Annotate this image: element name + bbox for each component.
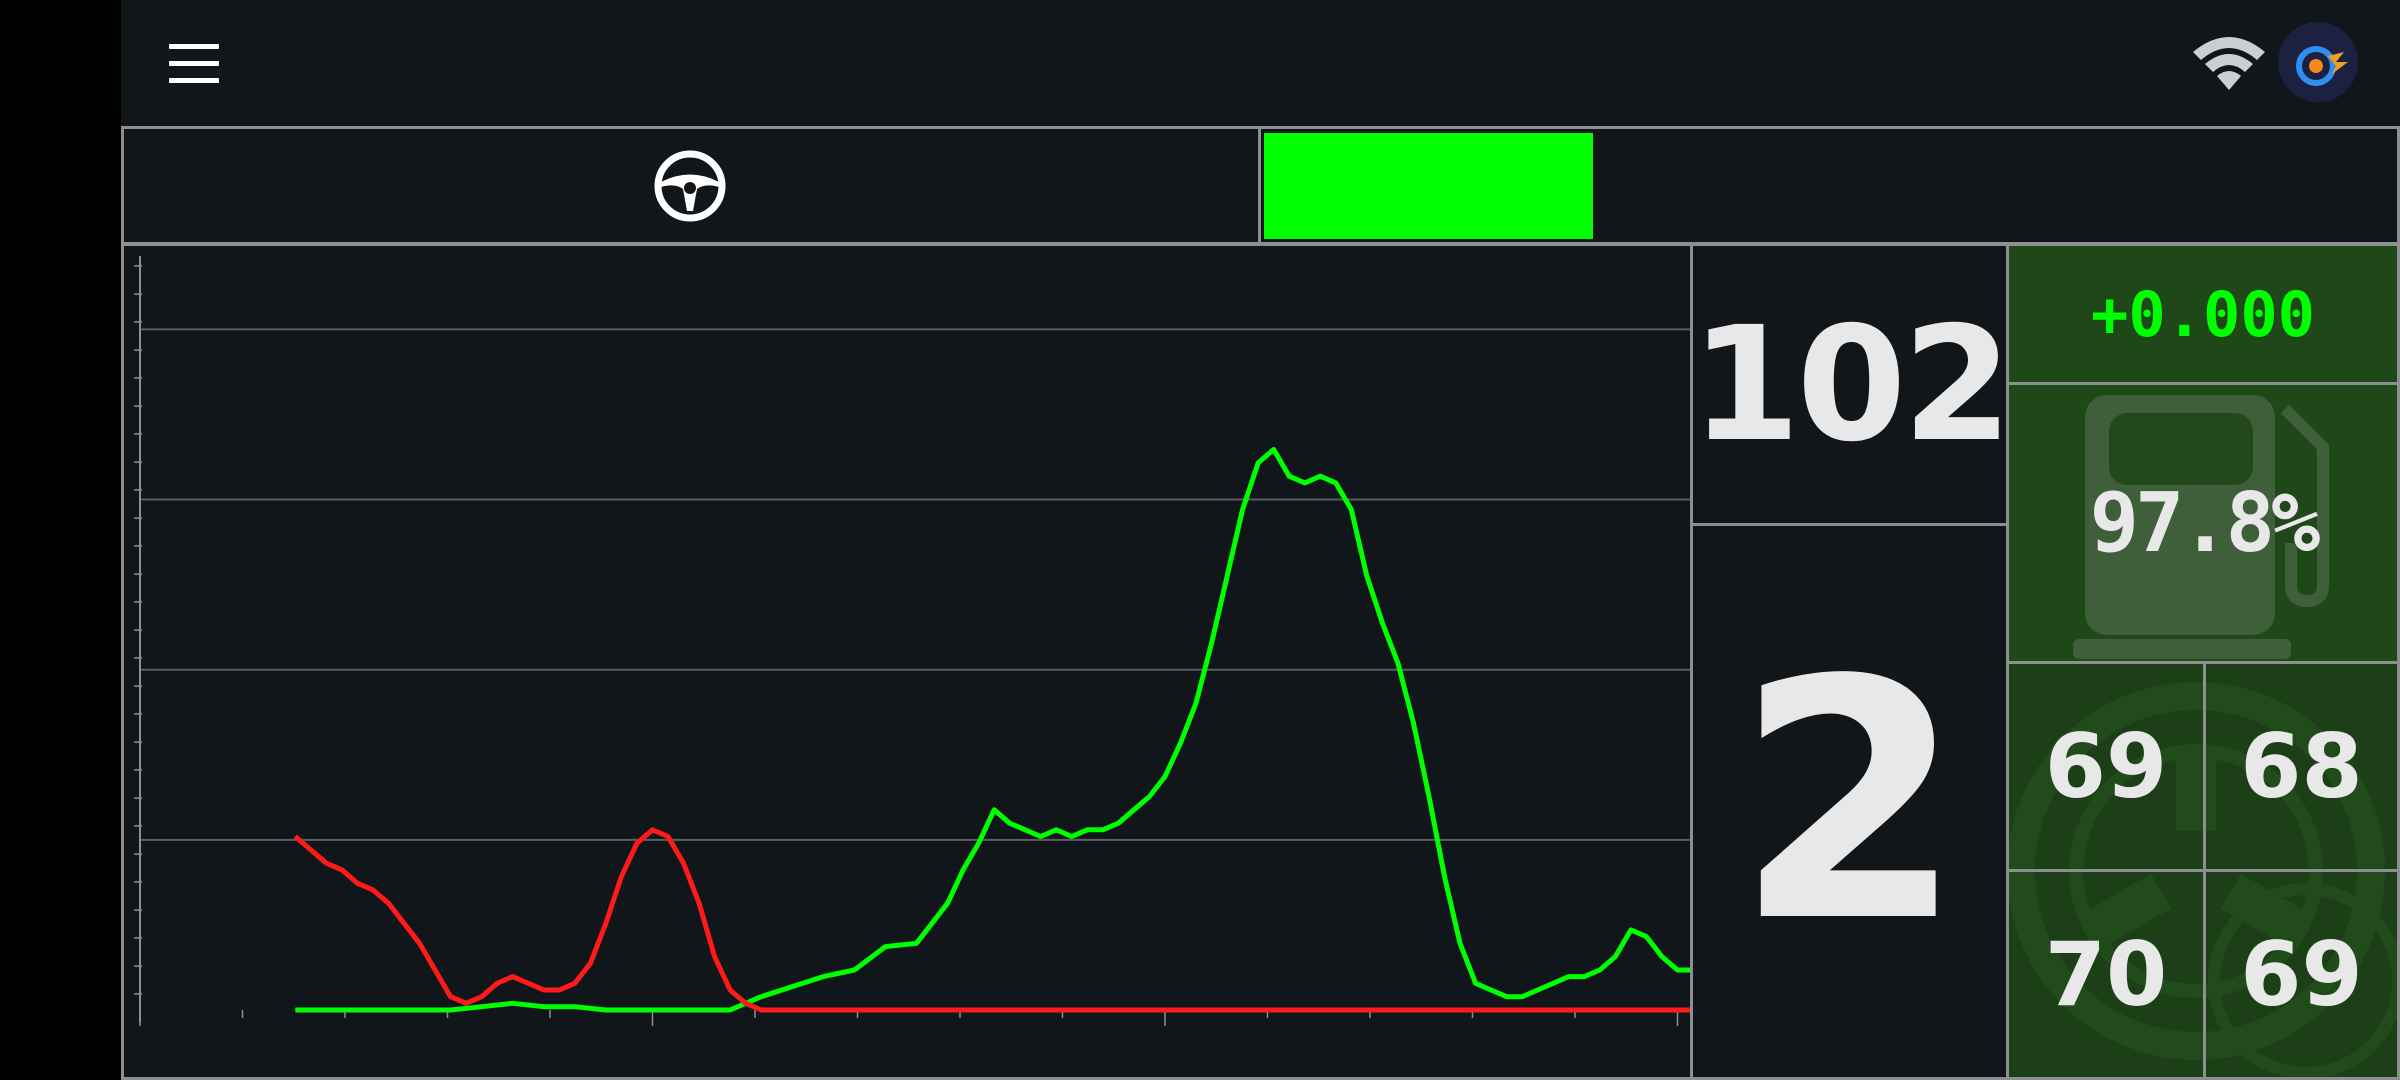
tyre-temp-front-left: 69 xyxy=(2006,661,2206,872)
tyre-temp-rear-right: 69 xyxy=(2203,869,2400,1080)
gear-tile: 2 xyxy=(1690,523,2009,1080)
fuel-value: 97.8% xyxy=(2089,475,2321,571)
speed-tile: 102 xyxy=(1690,243,2009,526)
steering-wheel-icon xyxy=(654,150,726,222)
telemetry-chart xyxy=(134,256,1693,1026)
status-row xyxy=(121,126,2400,245)
top-bar xyxy=(121,0,2400,126)
tyre-temp-rear-right-value: 69 xyxy=(2240,923,2363,1026)
speed-value: 102 xyxy=(1690,292,2009,477)
app-logo-avatar[interactable] xyxy=(2278,22,2358,102)
delta-tile: +0.000 xyxy=(2006,243,2400,385)
hamburger-menu-icon[interactable] xyxy=(169,44,219,84)
throttle-bar-fill xyxy=(1264,133,1593,239)
delta-value: +0.000 xyxy=(2091,277,2315,351)
gear-value: 2 xyxy=(1734,609,1965,994)
series-line-brake xyxy=(293,827,1693,1013)
fuel-tile: 97.8% xyxy=(2006,382,2400,664)
tyre-temp-rear-left-value: 70 xyxy=(2044,923,2168,1026)
series-line-throttle xyxy=(295,447,1693,1013)
tyre-temp-rear-left: 70 xyxy=(2006,869,2206,1080)
wifi-icon xyxy=(2193,37,2265,90)
tyre-temp-front-left-value: 69 xyxy=(2044,715,2168,818)
throttle-bar-panel xyxy=(1258,126,2400,245)
tyre-temp-front-right-value: 68 xyxy=(2240,715,2363,818)
tyre-temp-front-right: 68 xyxy=(2203,661,2400,872)
logo-icon xyxy=(2278,22,2358,102)
steering-indicator-panel xyxy=(121,126,1261,245)
telemetry-graph xyxy=(121,243,1693,1080)
app-root: 102 2 +0.000 97.8% 69 68 70 69 xyxy=(121,0,2400,1080)
